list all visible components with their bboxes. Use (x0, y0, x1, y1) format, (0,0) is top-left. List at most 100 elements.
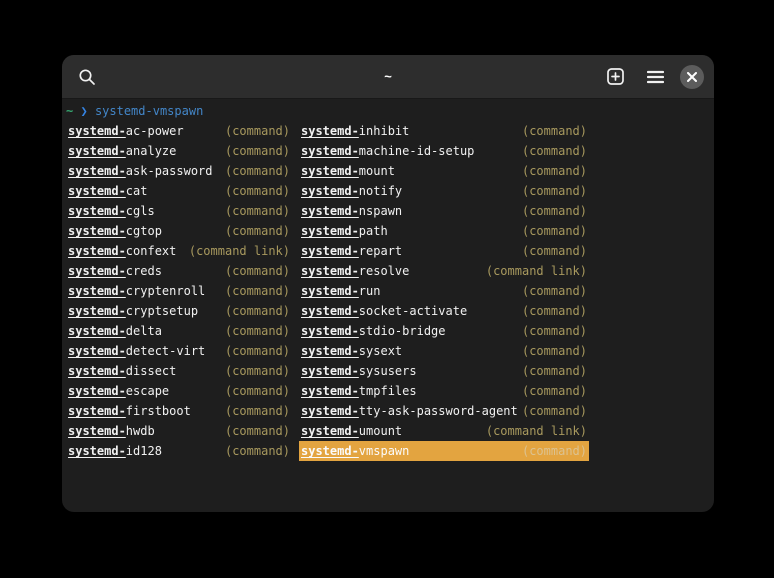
completion-name: systemd-delta (68, 321, 162, 341)
completion-annotation: (command) (225, 121, 290, 141)
completion-prefix: systemd- (301, 184, 359, 198)
completion-name: systemd-path (301, 221, 388, 241)
completion-row: systemd-cryptenroll(command)systemd-run(… (66, 281, 710, 301)
terminal-window: ~ (62, 55, 714, 512)
completion-item-systemd-ac-power: systemd-ac-power (command) (66, 121, 292, 141)
completion-suffix: cryptenroll (126, 284, 205, 298)
completion-prefix: systemd- (301, 264, 359, 278)
prompt-command: systemd-vmspawn (95, 104, 203, 118)
completion-suffix: tty-ask-password-agent (359, 404, 518, 418)
completion-name: systemd-notify (301, 181, 402, 201)
completion-row: systemd-confext(command link)systemd-rep… (66, 241, 710, 261)
completion-prefix: systemd- (301, 384, 359, 398)
completion-annotation: (command) (522, 141, 587, 161)
completion-item-systemd-cgls: systemd-cgls(command) (66, 201, 292, 221)
completion-row: systemd-cgls(command) systemd-nspawn(comm… (66, 201, 710, 221)
close-button[interactable] (680, 65, 704, 89)
completion-item-systemd-creds: systemd-creds (command) (66, 261, 292, 281)
completion-name: systemd-detect-virt (68, 341, 205, 361)
completion-row: systemd-delta(command)systemd-stdio-brid… (66, 321, 710, 341)
completion-name: systemd-tmpfiles (301, 381, 417, 401)
completion-name: systemd-confext (68, 241, 176, 261)
completion-row: systemd-creds (command) systemd-resolve (co… (66, 261, 710, 281)
completion-prefix: systemd- (301, 124, 359, 138)
completion-item-systemd-sysusers: systemd-sysusers(command) (299, 361, 589, 381)
search-icon (78, 68, 96, 86)
completion-suffix: ac-power (126, 124, 184, 138)
completion-item-systemd-mount: systemd-mount(command) (299, 161, 589, 181)
completion-annotation: (command) (225, 441, 290, 461)
completion-annotation: (command) (522, 301, 587, 321)
completion-suffix: ask-password (126, 164, 213, 178)
completion-suffix: socket-activate (359, 304, 467, 318)
completion-item-systemd-delta: systemd-delta (command) (66, 321, 292, 341)
completion-name: systemd-vmspawn (301, 441, 409, 461)
completion-name: systemd-dissect (68, 361, 176, 381)
completion-suffix: hwdb (126, 424, 155, 438)
completion-item-systemd-analyze: systemd-analyze(command) (66, 141, 292, 161)
completion-name: systemd-cgtop (68, 221, 162, 241)
completion-annotation: (command link) (189, 241, 290, 261)
completion-prefix: systemd- (301, 424, 359, 438)
completion-suffix: tmpfiles (359, 384, 417, 398)
completion-prefix: systemd- (68, 444, 126, 458)
search-button[interactable] (72, 62, 102, 92)
completion-row: systemd-ask-password(command)systemd-mou… (66, 161, 710, 181)
completion-prefix: systemd- (68, 124, 126, 138)
completion-prefix: systemd- (301, 404, 359, 418)
prompt-line: ~ ❯ systemd-vmspawn (66, 101, 710, 121)
completion-annotation: (command) (225, 221, 290, 241)
completion-annotation: (command) (522, 241, 587, 261)
completion-prefix: systemd- (68, 344, 126, 358)
completion-row: systemd-detect-virt(command)systemd-syse… (66, 341, 710, 361)
completion-suffix: sysusers (359, 364, 417, 378)
completion-item-systemd-umount: systemd-umount(command link) (299, 421, 589, 441)
completion-annotation: (command) (522, 341, 587, 361)
completion-item-systemd-confext: systemd-confext (command link) (66, 241, 292, 261)
completion-name: systemd-resolve (301, 261, 409, 281)
completion-prefix: systemd- (68, 324, 126, 338)
completion-annotation: (command) (522, 381, 587, 401)
completion-name: systemd-creds (68, 261, 162, 281)
completion-item-systemd-detect-virt: systemd-detect-virt(command) (66, 341, 292, 361)
completion-item-systemd-nspawn: systemd-nspawn(command) (299, 201, 589, 221)
completion-prefix: systemd- (301, 444, 359, 458)
completion-annotation: (command) (225, 281, 290, 301)
completion-name: systemd-id128 (68, 441, 162, 461)
completion-row: systemd-analyze(command)systemd-machine-… (66, 141, 710, 161)
completion-item-systemd-notify: systemd-notify(command) (299, 181, 589, 201)
terminal-body[interactable]: ~ ❯ systemd-vmspawn systemd-ac-power (com… (62, 99, 714, 463)
completion-suffix: mount (359, 164, 395, 178)
completion-suffix: id128 (126, 444, 162, 458)
completion-prefix: systemd- (68, 384, 126, 398)
completion-name: systemd-sysext (301, 341, 402, 361)
menu-button[interactable] (640, 62, 670, 92)
completion-item-systemd-path: systemd-path(command) (299, 221, 589, 241)
prompt-cwd: ~ (66, 104, 73, 118)
completion-item-systemd-sysext: systemd-sysext (command) (299, 341, 589, 361)
completion-suffix: detect-virt (126, 344, 205, 358)
completion-suffix: cgtop (126, 224, 162, 238)
completion-annotation: (command) (225, 261, 290, 281)
completion-name: systemd-mount (301, 161, 395, 181)
completion-row: systemd-escape(command)systemd-tmpfiles(… (66, 381, 710, 401)
completion-annotation: (command) (522, 361, 587, 381)
completion-item-systemd-socket-activate: systemd-socket-activate (command) (299, 301, 589, 321)
completion-prefix: systemd- (301, 304, 359, 318)
completion-item-systemd-resolve: systemd-resolve (command link) (299, 261, 589, 281)
titlebar[interactable]: ~ (62, 55, 714, 99)
completion-annotation: (command) (225, 321, 290, 341)
completion-annotation: (command) (225, 421, 290, 441)
completion-list: systemd-ac-power (command) systemd-inhibit… (66, 121, 710, 461)
completion-annotation: (command link) (486, 261, 587, 281)
completion-suffix: delta (126, 324, 162, 338)
completion-name: systemd-cat (68, 181, 147, 201)
completion-annotation: (command) (225, 381, 290, 401)
new-tab-button[interactable] (600, 62, 630, 92)
completion-item-systemd-id128: systemd-id128 (command) (66, 441, 292, 461)
completion-suffix: path (359, 224, 388, 238)
completion-annotation: (command) (522, 401, 587, 421)
completion-suffix: inhibit (359, 124, 410, 138)
completion-name: systemd-umount (301, 421, 402, 441)
completion-item-systemd-firstboot: systemd-firstboot(command) (66, 401, 292, 421)
